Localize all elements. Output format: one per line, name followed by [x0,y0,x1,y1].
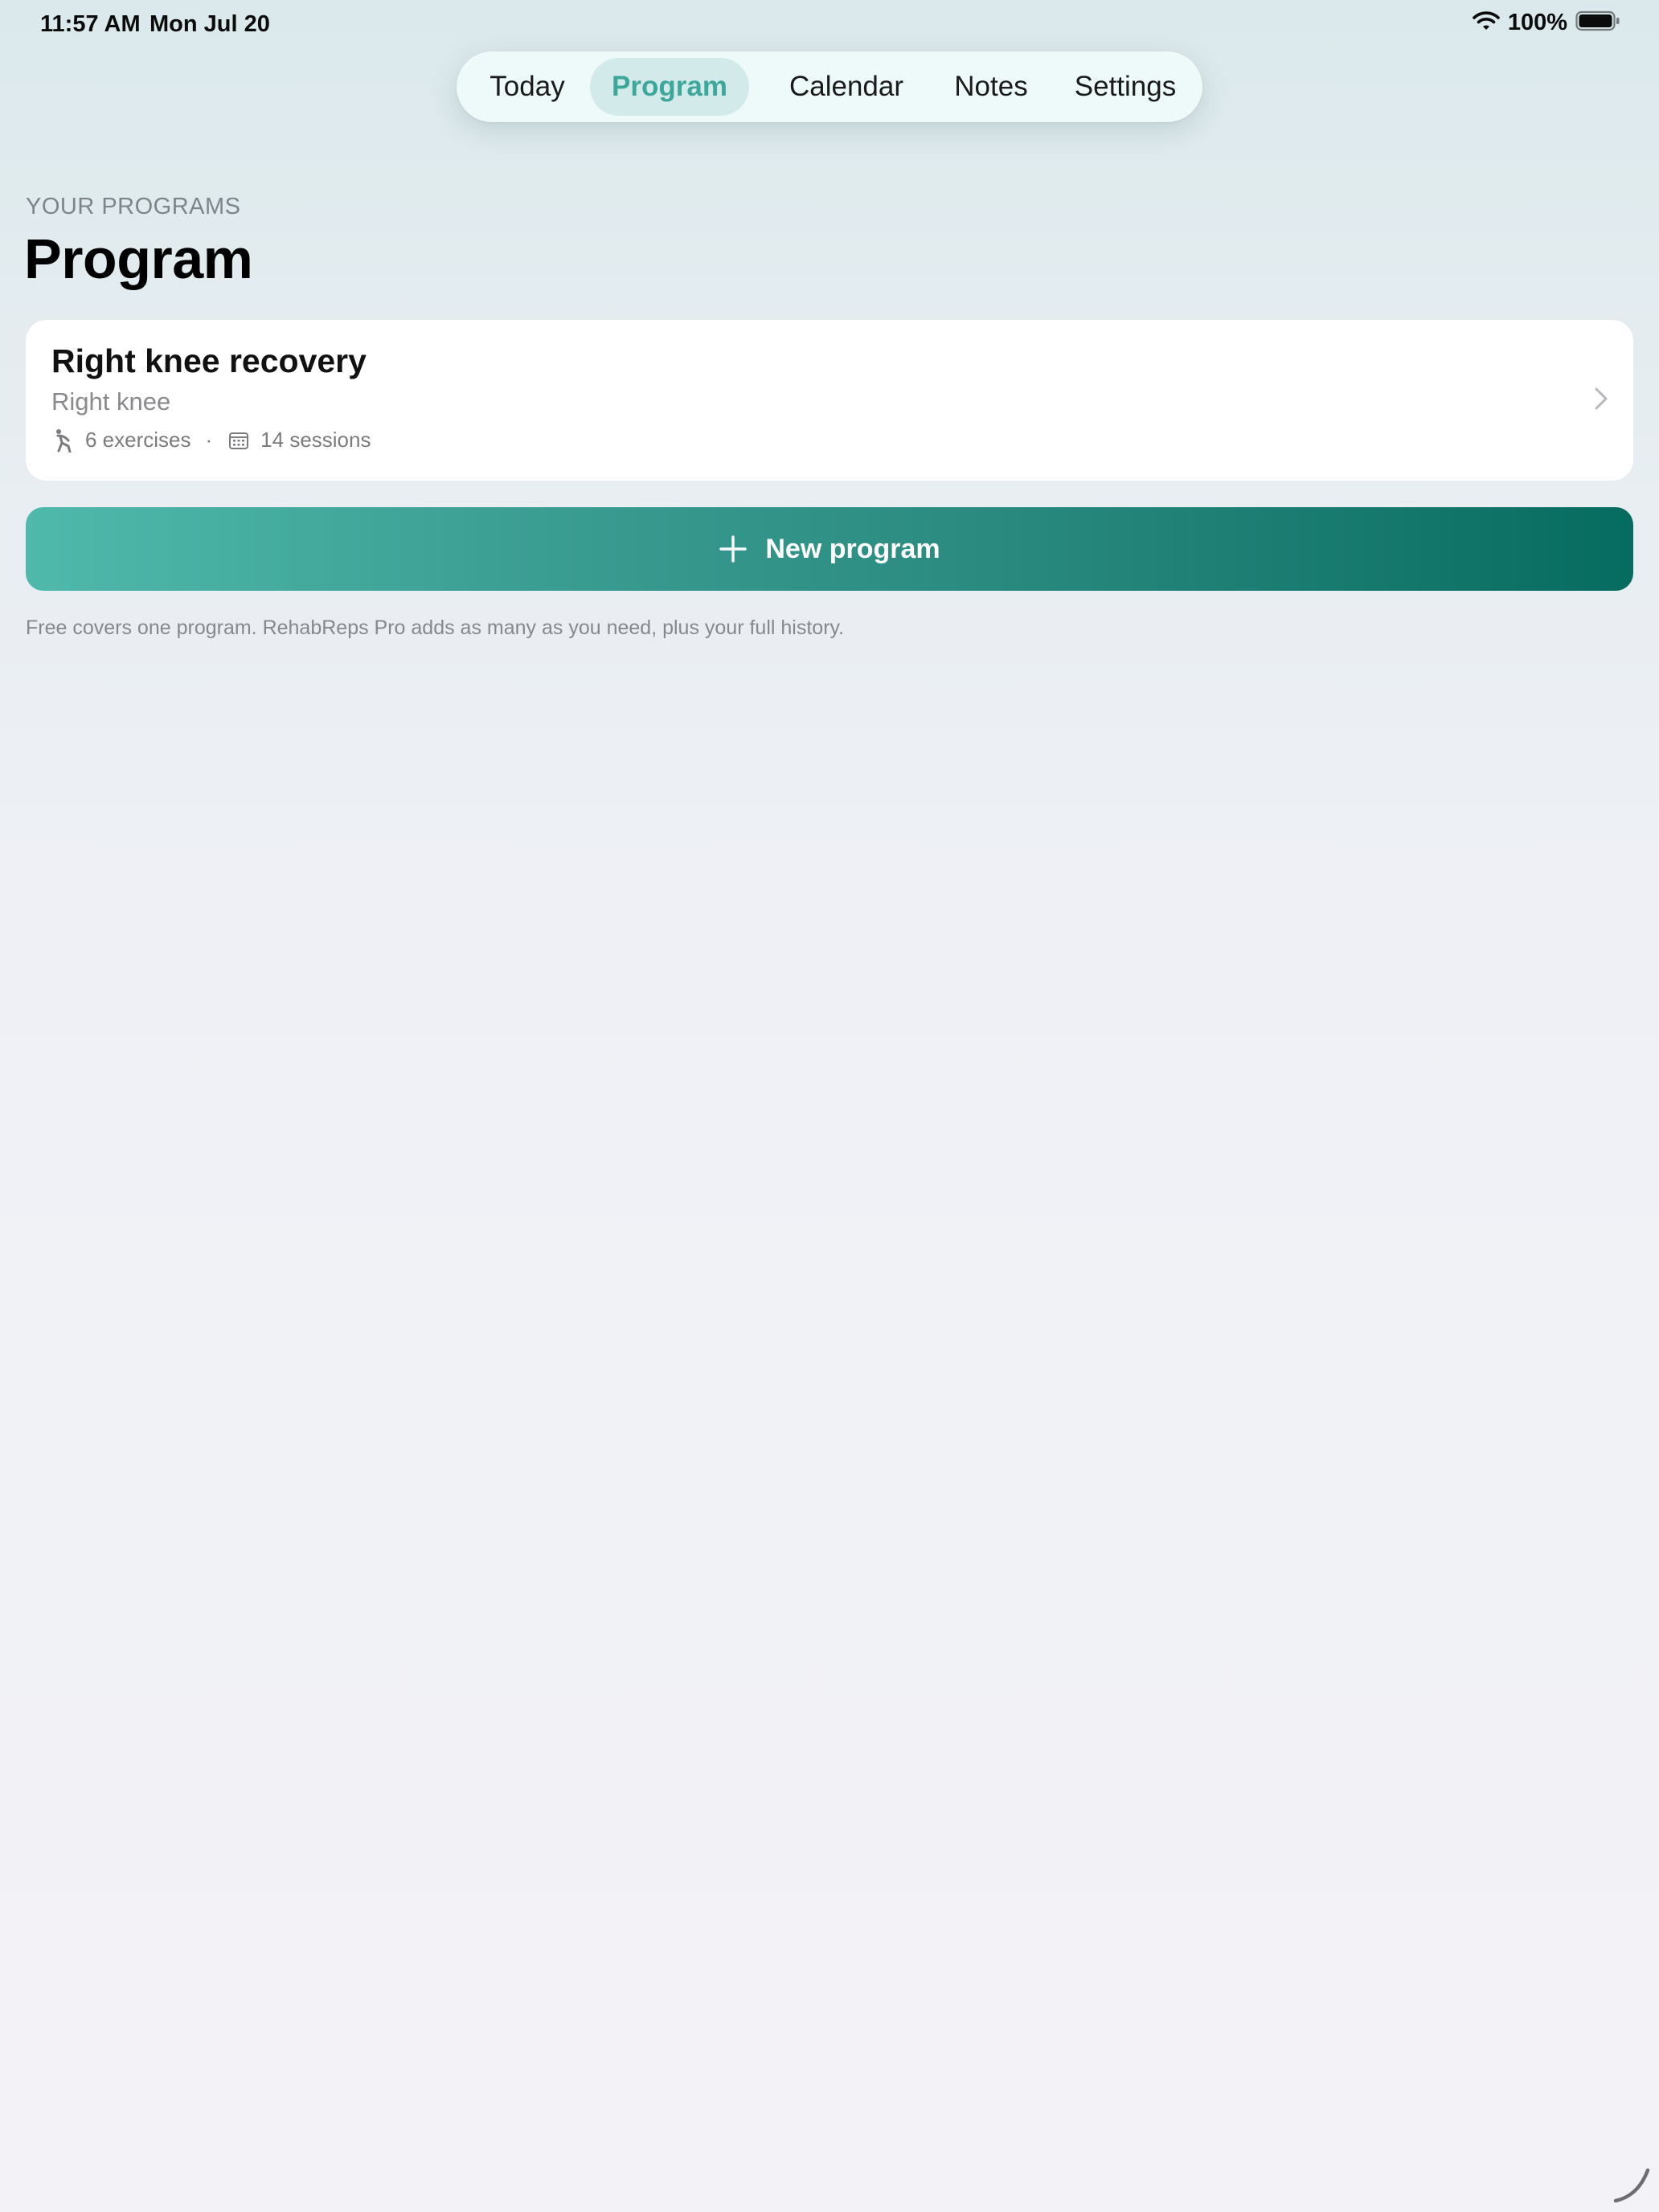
meta-separator: · [205,428,213,452]
wifi-icon [1473,10,1500,35]
plus-icon [719,535,748,563]
session-count: 14 sessions [260,428,371,452]
chevron-right-icon [1591,383,1611,415]
corner-resize-handle-icon[interactable] [1611,2164,1653,2206]
tab-program[interactable]: Program [590,58,749,116]
pro-upsell-footnote: Free covers one program. RehabReps Pro a… [26,616,845,639]
status-indicators: 100% [1473,10,1620,36]
tab-calendar[interactable]: Calendar [762,58,931,116]
program-title: Right knee recovery [51,342,367,379]
battery-percentage: 100% [1507,10,1567,35]
program-meta: 6 exercises · 14 sessions [51,428,371,453]
page-title: Program [24,227,253,290]
status-date: Mon Jul 20 [150,11,270,37]
new-program-label: New program [765,533,940,564]
battery-icon [1575,10,1620,35]
tab-settings[interactable]: Settings [1058,58,1193,116]
tab-notes[interactable]: Notes [936,58,1047,116]
exercise-count: 6 exercises [85,428,191,452]
tab-today[interactable]: Today [474,58,580,116]
calendar-icon [227,428,251,453]
status-bar: 11:57 AM Mon Jul 20 100% [0,0,1659,51]
stretch-figure-icon [51,428,76,453]
new-program-button[interactable]: New program [26,507,1633,591]
program-subtitle: Right knee [51,387,171,416]
section-eyebrow: YOUR PROGRAMS [26,194,241,219]
status-time: 11:57 AM [40,11,141,37]
program-card[interactable]: Right knee recovery Right knee 6 exercis… [26,320,1633,481]
tab-bar: Today Program Calendar Notes Settings [457,51,1202,122]
